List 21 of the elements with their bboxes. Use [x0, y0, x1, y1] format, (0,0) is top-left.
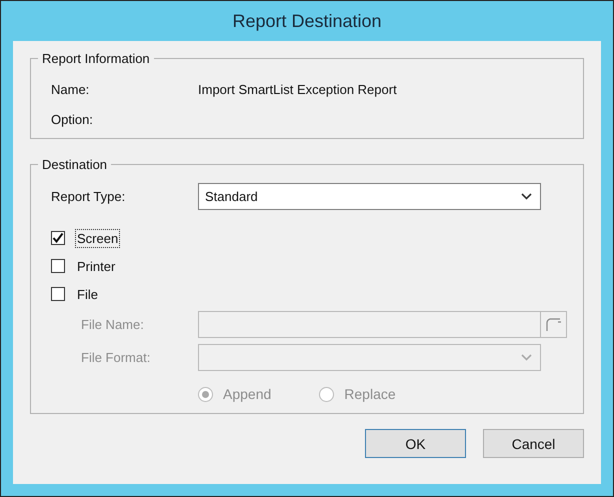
field-label: File Name:: [81, 317, 145, 332]
field-label: Report Type:: [51, 188, 126, 204]
checkbox-label[interactable]: Screen: [75, 228, 120, 248]
browse-button[interactable]: [541, 311, 567, 338]
checkbox[interactable]: [51, 231, 65, 245]
checkbox-label[interactable]: File: [75, 284, 100, 304]
chevron-down-icon: [521, 192, 532, 200]
field-value: Import SmartList Exception Report: [198, 82, 397, 96]
field-label: File Format:: [81, 350, 152, 365]
checkbox[interactable]: [51, 259, 65, 273]
field-label: Name:: [51, 82, 90, 96]
checkbox[interactable]: [51, 287, 65, 301]
cancel-button[interactable]: Cancel: [483, 429, 584, 458]
group-title: Report Information: [41, 51, 151, 66]
window-title: Report Destination: [232, 10, 382, 32]
report-type-dropdown[interactable]: Standard: [198, 182, 541, 210]
chevron-down-icon: [521, 354, 532, 361]
checkbox-label[interactable]: Printer: [75, 256, 118, 276]
field-label: Option:: [51, 112, 94, 126]
group-title: Destination: [41, 157, 108, 172]
ok-button[interactable]: OK: [365, 429, 466, 458]
